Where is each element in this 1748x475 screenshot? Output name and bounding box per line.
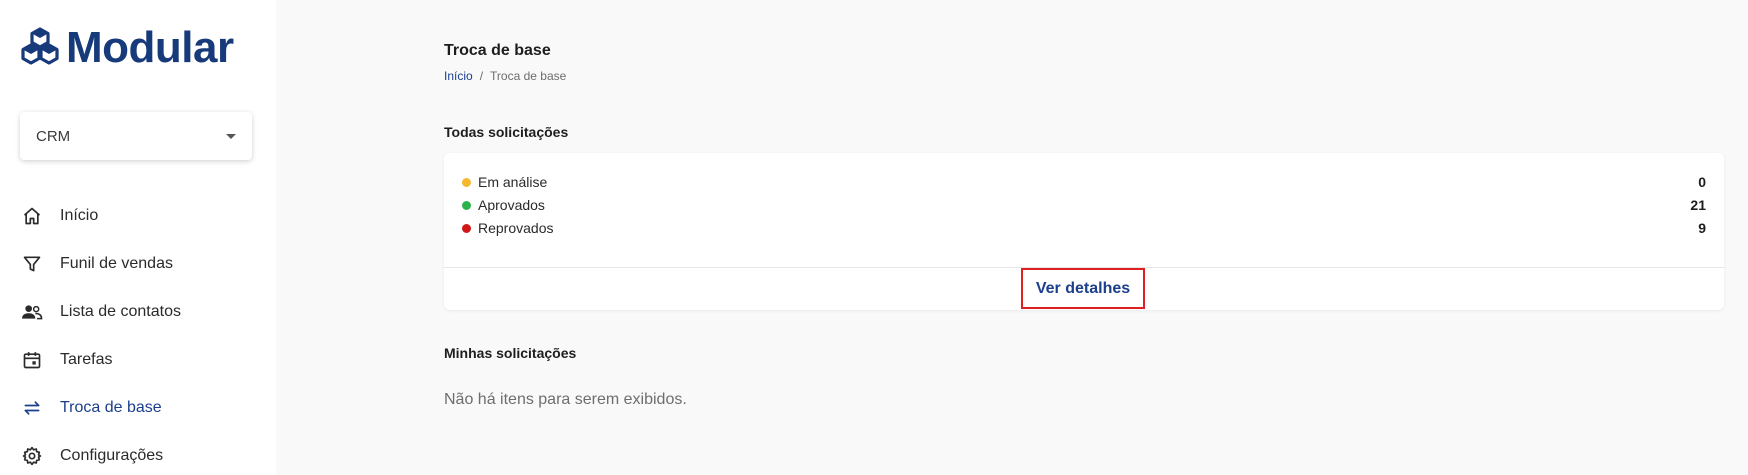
module-select-value: CRM	[36, 127, 71, 145]
funnel-icon	[20, 252, 44, 276]
calendar-icon	[20, 348, 44, 372]
home-icon	[20, 204, 44, 228]
contacts-icon	[20, 300, 44, 324]
status-count: 0	[1698, 174, 1706, 190]
caret-down-icon	[226, 133, 236, 139]
sidebar-item-label: Início	[60, 207, 99, 224]
status-row-em-analise: Em análise 0	[462, 171, 1706, 193]
status-row-aprovados: Aprovados 21	[462, 194, 1706, 216]
breadcrumb-separator: /	[479, 69, 484, 83]
all-requests-title: Todas solicitações	[444, 124, 569, 140]
sidebar-item-troca-de-base[interactable]: Troca de base	[0, 384, 276, 432]
sidebar-item-label: Configurações	[60, 447, 164, 464]
sidebar-item-tarefas[interactable]: Tarefas	[0, 336, 276, 384]
module-select[interactable]: CRM	[20, 112, 252, 160]
sidebar-item-contatos[interactable]: Lista de contatos	[0, 288, 276, 336]
empty-state-message: Não há itens para serem exibidos.	[444, 391, 687, 408]
my-requests-title: Minhas solicitações	[444, 345, 577, 361]
status-count: 9	[1698, 220, 1706, 236]
main-content: Troca de base Início / Troca de base Tod…	[276, 0, 1748, 475]
status-dot-icon	[462, 200, 471, 210]
breadcrumb-current: Troca de base	[490, 69, 567, 83]
breadcrumb-home-link[interactable]: Início	[444, 69, 473, 83]
sidebar-nav: Início Funil de vendas Lista de contatos…	[0, 192, 276, 475]
ver-detalhes-button[interactable]: Ver detalhes	[1021, 268, 1145, 309]
brand-logo[interactable]: Modular	[20, 24, 234, 72]
cubes-logo-icon	[20, 27, 60, 69]
sidebar-item-label: Troca de base	[60, 399, 162, 416]
swap-icon	[20, 396, 44, 420]
gear-icon	[20, 444, 44, 468]
status-row-reprovados: Reprovados 9	[462, 217, 1706, 239]
status-label: Aprovados	[478, 197, 545, 213]
sidebar-item-funil[interactable]: Funil de vendas	[0, 240, 276, 288]
breadcrumb: Início / Troca de base	[444, 69, 566, 83]
sidebar-item-inicio[interactable]: Início	[0, 192, 276, 240]
sidebar-item-label: Lista de contatos	[60, 303, 181, 320]
all-requests-card: Em análise 0 Aprovados 21 Reprovados 9 V…	[444, 153, 1724, 310]
status-dot-icon	[462, 177, 471, 187]
page-title: Troca de base	[444, 42, 551, 59]
sidebar: Modular CRM Início Funil de vendas Lista…	[0, 0, 276, 475]
sidebar-item-label: Funil de vendas	[60, 255, 173, 272]
sidebar-item-label: Tarefas	[60, 351, 113, 368]
status-dot-icon	[462, 223, 471, 233]
status-count: 21	[1690, 197, 1706, 213]
status-label: Reprovados	[478, 220, 554, 236]
status-label: Em análise	[478, 174, 548, 190]
brand-name: Modular	[66, 23, 234, 72]
sidebar-item-configuracoes[interactable]: Configurações	[0, 432, 276, 475]
